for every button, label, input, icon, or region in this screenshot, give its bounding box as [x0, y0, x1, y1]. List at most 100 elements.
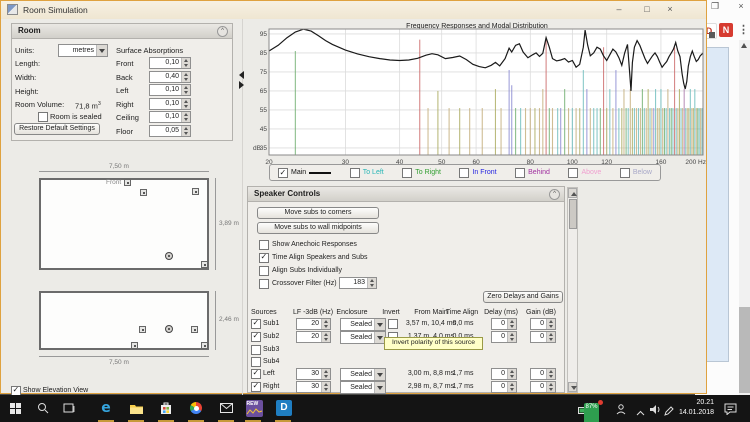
scroll-up-icon[interactable]: [568, 188, 577, 198]
speaker-left-icon[interactable]: [140, 189, 147, 196]
source-enable-checkbox[interactable]: [251, 382, 261, 392]
lf-input-arrows[interactable]: [321, 332, 330, 342]
gain-input-arrows[interactable]: [546, 332, 555, 342]
gain-input-arrows[interactable]: [546, 369, 555, 379]
listener-icon[interactable]: [165, 252, 173, 260]
title-bar[interactable]: Room Simulation – □ ×: [1, 1, 706, 19]
elevation-speaker-icon[interactable]: [191, 326, 198, 333]
speaker-front-sub-icon[interactable]: [124, 179, 131, 186]
surface-left-input[interactable]: 0,10: [149, 84, 191, 96]
elevation-listener-icon[interactable]: [165, 325, 173, 333]
pen-icon[interactable]: [664, 403, 674, 422]
browser-scrollbar[interactable]: [739, 40, 750, 395]
maximize-button[interactable]: □: [641, 4, 653, 15]
delay-input[interactable]: 0: [491, 331, 517, 343]
gain-input[interactable]: 0: [530, 368, 556, 380]
legend-item-to-right[interactable]: To Right: [402, 168, 441, 178]
lf-input[interactable]: 30: [296, 381, 331, 393]
sc-checkbox-2[interactable]: [259, 266, 269, 276]
hidden-icons-chevron-icon[interactable]: [636, 404, 645, 422]
surface-back-input-arrows[interactable]: [181, 72, 190, 82]
legend-checkbox[interactable]: [278, 168, 288, 178]
delay-input[interactable]: 0: [491, 318, 517, 330]
delay-input-arrows[interactable]: [507, 382, 516, 392]
surface-ceiling-input[interactable]: 0,10: [149, 111, 191, 123]
legend-item-main[interactable]: Main: [278, 168, 331, 178]
sc-checkbox-1[interactable]: [259, 253, 269, 263]
store-icon[interactable]: [156, 398, 176, 418]
surface-left-input-arrows[interactable]: [181, 85, 190, 95]
legend-checkbox[interactable]: [620, 168, 630, 178]
speaker-controls-collapse-icon[interactable]: ^: [549, 189, 560, 200]
lf-input[interactable]: 30: [296, 368, 331, 380]
legend-checkbox[interactable]: [568, 168, 578, 178]
move-subs-corners-button[interactable]: Move subs to corners: [257, 207, 379, 219]
browser-scroll-up-icon[interactable]: [741, 43, 747, 48]
units-select[interactable]: metres: [58, 44, 108, 57]
surface-front-input-arrows[interactable]: [181, 58, 190, 68]
enclosure-select-dropdown-icon[interactable]: [374, 319, 385, 330]
start-button[interactable]: [5, 398, 25, 418]
move-subs-midpoints-button[interactable]: Move subs to wall midpoints: [257, 222, 379, 234]
enclosure-select[interactable]: Sealed: [340, 368, 386, 381]
edge-icon[interactable]: e: [96, 398, 116, 418]
lf-input-arrows[interactable]: [321, 382, 330, 392]
source-enable-checkbox[interactable]: [251, 357, 261, 367]
restore-defaults-button[interactable]: Restore Default Settings: [14, 123, 100, 135]
browser-close-button[interactable]: ×: [735, 1, 747, 12]
sc-checkbox-0[interactable]: [259, 240, 269, 250]
lf-input-arrows[interactable]: [321, 319, 330, 329]
source-enable-checkbox[interactable]: [251, 319, 261, 329]
scroll-down-icon[interactable]: [568, 382, 577, 392]
enclosure-select[interactable]: Sealed: [340, 331, 386, 344]
delay-input-arrows[interactable]: [507, 369, 516, 379]
room-panel-collapse-icon[interactable]: ^: [217, 26, 228, 37]
surface-front-input[interactable]: 0,10: [149, 57, 191, 69]
legend-item-behind[interactable]: Behind: [515, 168, 550, 178]
elevation-speaker-icon[interactable]: [131, 342, 138, 349]
room-sim-app-icon[interactable]: D: [274, 398, 294, 418]
units-dropdown-icon[interactable]: [96, 45, 107, 56]
room-sealed-checkbox[interactable]: [38, 112, 48, 122]
minimize-button[interactable]: –: [613, 4, 625, 15]
source-enable-checkbox[interactable]: [251, 369, 261, 379]
browser-extension-n-icon[interactable]: N: [719, 23, 733, 37]
legend-item-below[interactable]: Below: [620, 168, 652, 178]
legend-checkbox[interactable]: [402, 168, 412, 178]
legend-item-in-front[interactable]: In Front: [459, 168, 496, 178]
elevation-speaker-icon[interactable]: [201, 342, 208, 349]
lf-input[interactable]: 20: [296, 331, 331, 343]
task-view-icon[interactable]: [59, 398, 79, 418]
zero-delays-gains-button[interactable]: Zero Delays and Gains: [483, 291, 563, 303]
mail-icon[interactable]: [216, 398, 236, 418]
enclosure-select-dropdown-icon[interactable]: [374, 382, 385, 393]
clock[interactable]: 20.21 14.01.2018: [676, 398, 714, 418]
gain-input-arrows[interactable]: [546, 319, 555, 329]
splitter-collapse-right-icon[interactable]: [239, 81, 244, 89]
speaker-right-icon[interactable]: [192, 188, 199, 195]
delay-input[interactable]: 0: [491, 368, 517, 380]
surface-right-input-arrows[interactable]: [181, 99, 190, 109]
enclosure-select[interactable]: Sealed: [340, 381, 386, 394]
delay-input-arrows[interactable]: [507, 332, 516, 342]
close-button[interactable]: ×: [664, 4, 676, 15]
surface-right-input[interactable]: 0,10: [149, 98, 191, 110]
crossover-input[interactable]: 183: [339, 277, 377, 289]
surface-floor-input[interactable]: 0,05: [149, 125, 191, 137]
crossover-input-arrows[interactable]: [367, 278, 376, 288]
action-center-icon[interactable]: [724, 402, 737, 422]
legend-checkbox[interactable]: [459, 168, 469, 178]
surface-floor-input-arrows[interactable]: [181, 126, 190, 136]
search-icon[interactable]: [33, 398, 53, 418]
surface-back-input[interactable]: 0,40: [149, 71, 191, 83]
scroll-thumb[interactable]: [569, 199, 577, 229]
sc-checkbox-3[interactable]: [259, 279, 269, 289]
chrome-icon[interactable]: [186, 398, 206, 418]
speaker-controls-scrollbar[interactable]: [567, 187, 578, 393]
gain-input-arrows[interactable]: [546, 382, 555, 392]
people-icon[interactable]: [616, 402, 626, 422]
elevation-speaker-icon[interactable]: [139, 326, 146, 333]
legend-item-above[interactable]: Above: [568, 168, 601, 178]
speaker-corner-sub-icon[interactable]: [201, 261, 208, 268]
delay-input[interactable]: 0: [491, 381, 517, 393]
